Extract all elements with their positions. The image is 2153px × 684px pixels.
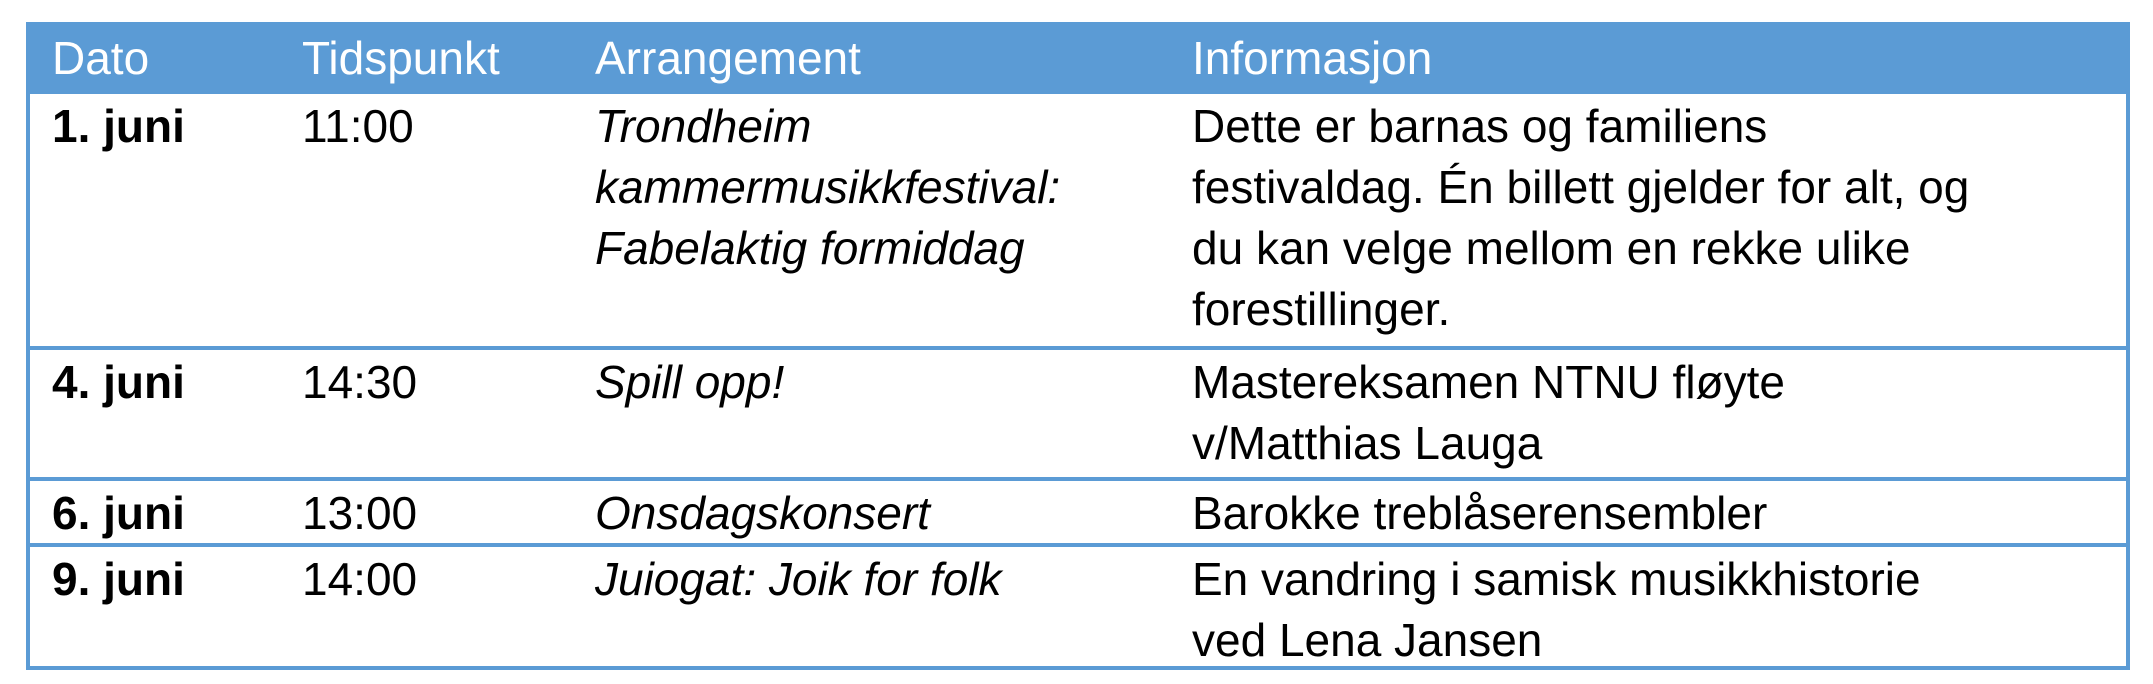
row-date: 6. juni — [52, 487, 185, 539]
header-date: Dato — [52, 32, 150, 84]
row-time: 14:30 — [302, 356, 418, 408]
row-time: 13:00 — [302, 487, 418, 539]
row-event: Onsdagskonsert — [595, 487, 930, 539]
row-event: Juiogat: Joik for folk — [595, 553, 1002, 605]
event-schedule-table: Dato Tidspunkt Arrangement Informasjon 1… — [26, 22, 2130, 670]
row-info: Barokke treblåserensembler — [1192, 487, 1768, 539]
row-info: En vandring i samisk musikkhistorie ved … — [1192, 553, 1921, 666]
table-row: 6. juni 13:00 Onsdagskonsert Barokke tre… — [30, 477, 2126, 543]
table-row: 1. juni 11:00 Trondheim kammermusikkfest… — [30, 90, 2126, 346]
table-row: 4. juni 14:30 Spill opp! Mastereksamen N… — [30, 346, 2126, 477]
table-header-row: Dato Tidspunkt Arrangement Informasjon — [30, 26, 2126, 90]
row-date: 1. juni — [52, 100, 185, 152]
table-row: 9. juni 14:00 Juiogat: Joik for folk En … — [30, 543, 2126, 670]
header-info: Informasjon — [1192, 32, 1433, 84]
row-event: Spill opp! — [595, 356, 785, 408]
header-time: Tidspunkt — [302, 32, 500, 84]
row-info: Dette er barnas og familiens festivaldag… — [1192, 100, 1970, 335]
row-date: 9. juni — [52, 553, 185, 605]
row-time: 14:00 — [302, 553, 418, 605]
row-date: 4. juni — [52, 356, 185, 408]
row-event: Trondheim kammermusikkfestival: Fabelakt… — [595, 100, 1061, 274]
row-info: Mastereksamen NTNU fløyte v/Matthias Lau… — [1192, 356, 1786, 469]
header-event: Arrangement — [595, 32, 861, 84]
row-time: 11:00 — [302, 100, 414, 152]
